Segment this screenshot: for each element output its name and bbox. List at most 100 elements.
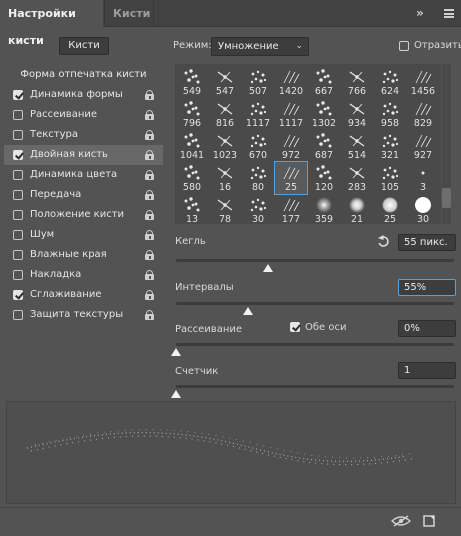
lock-icon[interactable] bbox=[145, 110, 154, 120]
brush-option-row[interactable]: Защита текстуры bbox=[4, 305, 163, 325]
brush-option-checkbox[interactable] bbox=[13, 310, 23, 320]
brush-tip-preset[interactable]: 816 bbox=[209, 98, 241, 130]
brush-tip-preset[interactable]: 80 bbox=[242, 162, 274, 194]
brush-tip-preset[interactable]: 934 bbox=[341, 98, 373, 130]
brush-tip-preset[interactable]: 580 bbox=[176, 162, 208, 194]
brush-option-row[interactable]: Текстура bbox=[4, 125, 163, 145]
brush-tip-preset[interactable]: 3 bbox=[407, 162, 439, 194]
brush-tip-preset[interactable]: 514 bbox=[341, 130, 373, 162]
brush-tip-preset[interactable]: 507 bbox=[242, 66, 274, 98]
tab-brushes[interactable]: Кисти bbox=[104, 0, 154, 27]
scatter-slider-track[interactable] bbox=[176, 343, 454, 346]
brush-tip-preset[interactable]: 670 bbox=[242, 130, 274, 162]
brush-tip-preset[interactable]: 958 bbox=[374, 98, 406, 130]
new-preset-icon[interactable] bbox=[423, 514, 435, 527]
brush-option-checkbox[interactable] bbox=[13, 110, 23, 120]
brush-option-row[interactable]: Динамика формы bbox=[4, 85, 163, 105]
lock-icon[interactable] bbox=[145, 90, 154, 100]
brush-tip-preset[interactable]: 321 bbox=[374, 130, 406, 162]
lock-icon[interactable] bbox=[145, 270, 154, 280]
brush-tip-preset[interactable]: 667 bbox=[308, 66, 340, 98]
brush-tip-preset[interactable]: 687 bbox=[308, 130, 340, 162]
brush-tip-preset[interactable]: 1302 bbox=[308, 98, 340, 130]
brush-tip-preset[interactable]: 547 bbox=[209, 66, 241, 98]
brush-tip-preset[interactable]: 30 bbox=[407, 194, 439, 224]
brush-tip-preset[interactable]: 359 bbox=[308, 194, 340, 224]
brush-option-checkbox[interactable] bbox=[13, 130, 23, 140]
brush-tip-preset[interactable]: 1117 bbox=[275, 98, 307, 130]
lock-icon[interactable] bbox=[145, 310, 154, 320]
brush-tip-preset[interactable]: 796 bbox=[176, 98, 208, 130]
count-value-field[interactable]: 1 bbox=[398, 362, 456, 379]
size-value-field[interactable]: 55 пикс. bbox=[398, 234, 456, 251]
brush-tip-preset[interactable]: 25 bbox=[274, 161, 308, 195]
brush-option-checkbox[interactable] bbox=[13, 190, 23, 200]
both-axes-checkbox[interactable] bbox=[290, 322, 300, 332]
brush-grid-scroll-thumb[interactable] bbox=[442, 188, 451, 208]
count-slider-handle[interactable] bbox=[171, 390, 181, 398]
eye-icon[interactable] bbox=[391, 515, 411, 527]
brush-tip-preset[interactable]: 766 bbox=[341, 66, 373, 98]
lock-icon[interactable] bbox=[145, 170, 154, 180]
brush-option-checkbox[interactable] bbox=[13, 270, 23, 280]
lock-icon[interactable] bbox=[145, 210, 154, 220]
brush-tip-preset[interactable]: 25 bbox=[374, 194, 406, 224]
brush-tip-preset[interactable]: 829 bbox=[407, 98, 439, 130]
brush-option-checkbox[interactable] bbox=[13, 210, 23, 220]
flip-checkbox[interactable] bbox=[399, 41, 409, 51]
count-slider-track[interactable] bbox=[176, 385, 454, 388]
lock-icon[interactable] bbox=[145, 250, 154, 260]
lock-icon[interactable] bbox=[145, 150, 154, 160]
spacing-slider-track[interactable] bbox=[176, 302, 454, 305]
brush-option-checkbox[interactable] bbox=[13, 90, 23, 100]
brush-option-checkbox[interactable] bbox=[13, 290, 23, 300]
mode-dropdown[interactable]: Умножение ⌄ bbox=[211, 37, 309, 56]
lock-icon[interactable] bbox=[145, 130, 154, 140]
reset-icon[interactable] bbox=[377, 235, 390, 248]
brush-tip-preset[interactable]: 549 bbox=[176, 66, 208, 98]
size-slider-track[interactable] bbox=[176, 259, 454, 262]
brush-tip-preset[interactable]: 21 bbox=[341, 194, 373, 224]
brush-option-row[interactable]: Накладка bbox=[4, 265, 163, 285]
brush-option-row[interactable]: Передача bbox=[4, 185, 163, 205]
brush-option-row[interactable]: Шум bbox=[4, 225, 163, 245]
lock-icon[interactable] bbox=[145, 290, 154, 300]
scatter-slider-handle[interactable] bbox=[171, 348, 181, 356]
brush-option-row[interactable]: Сглаживание bbox=[4, 285, 163, 305]
tab-brush-settings[interactable]: Настройки кисти bbox=[0, 0, 103, 47]
spacing-value-field[interactable]: 55% bbox=[398, 279, 456, 296]
brush-tip-preset[interactable]: 927 bbox=[407, 130, 439, 162]
brush-presets-button[interactable]: Кисти bbox=[59, 37, 109, 55]
brush-option-checkbox[interactable] bbox=[13, 150, 23, 160]
brush-tip-preset[interactable]: 1023 bbox=[209, 130, 241, 162]
brush-tip-shape-item[interactable]: Форма отпечатка кисти bbox=[4, 65, 163, 85]
brush-option-row[interactable]: Положение кисти bbox=[4, 205, 163, 225]
brush-tip-preset[interactable]: 120 bbox=[308, 162, 340, 194]
brush-option-checkbox[interactable] bbox=[13, 170, 23, 180]
brush-tip-preset[interactable]: 1041 bbox=[176, 130, 208, 162]
brush-option-row[interactable]: Рассеивание bbox=[4, 105, 163, 125]
brush-tip-preset[interactable]: 30 bbox=[242, 194, 274, 224]
brush-tip-preset[interactable]: 1456 bbox=[407, 66, 439, 98]
brush-option-checkbox[interactable] bbox=[13, 250, 23, 260]
brush-tip-preset[interactable]: 78 bbox=[209, 194, 241, 224]
brush-option-checkbox[interactable] bbox=[13, 230, 23, 240]
scatter-value-field[interactable]: 0% bbox=[398, 320, 456, 337]
brush-tip-preset[interactable]: 13 bbox=[176, 194, 208, 224]
spacing-slider-handle[interactable] bbox=[243, 307, 254, 315]
size-slider-handle[interactable] bbox=[262, 264, 273, 272]
brush-tip-preset[interactable]: 105 bbox=[374, 162, 406, 194]
brush-tip-preset[interactable]: 283 bbox=[341, 162, 373, 194]
brush-tip-preset[interactable]: 16 bbox=[209, 162, 241, 194]
lock-icon[interactable] bbox=[145, 190, 154, 200]
brush-option-row[interactable]: Динамика цвета bbox=[4, 165, 163, 185]
brush-tip-preset[interactable]: 1420 bbox=[275, 66, 307, 98]
brush-option-row[interactable]: Двойная кисть bbox=[4, 145, 163, 165]
panel-menu-icon[interactable] bbox=[444, 9, 454, 18]
lock-icon[interactable] bbox=[145, 230, 154, 240]
brush-tip-preset[interactable]: 972 bbox=[275, 130, 307, 162]
collapse-panel-button[interactable]: » bbox=[416, 0, 424, 27]
brush-tip-preset[interactable]: 177 bbox=[275, 194, 307, 224]
brush-tip-preset[interactable]: 624 bbox=[374, 66, 406, 98]
brush-option-row[interactable]: Влажные края bbox=[4, 245, 163, 265]
